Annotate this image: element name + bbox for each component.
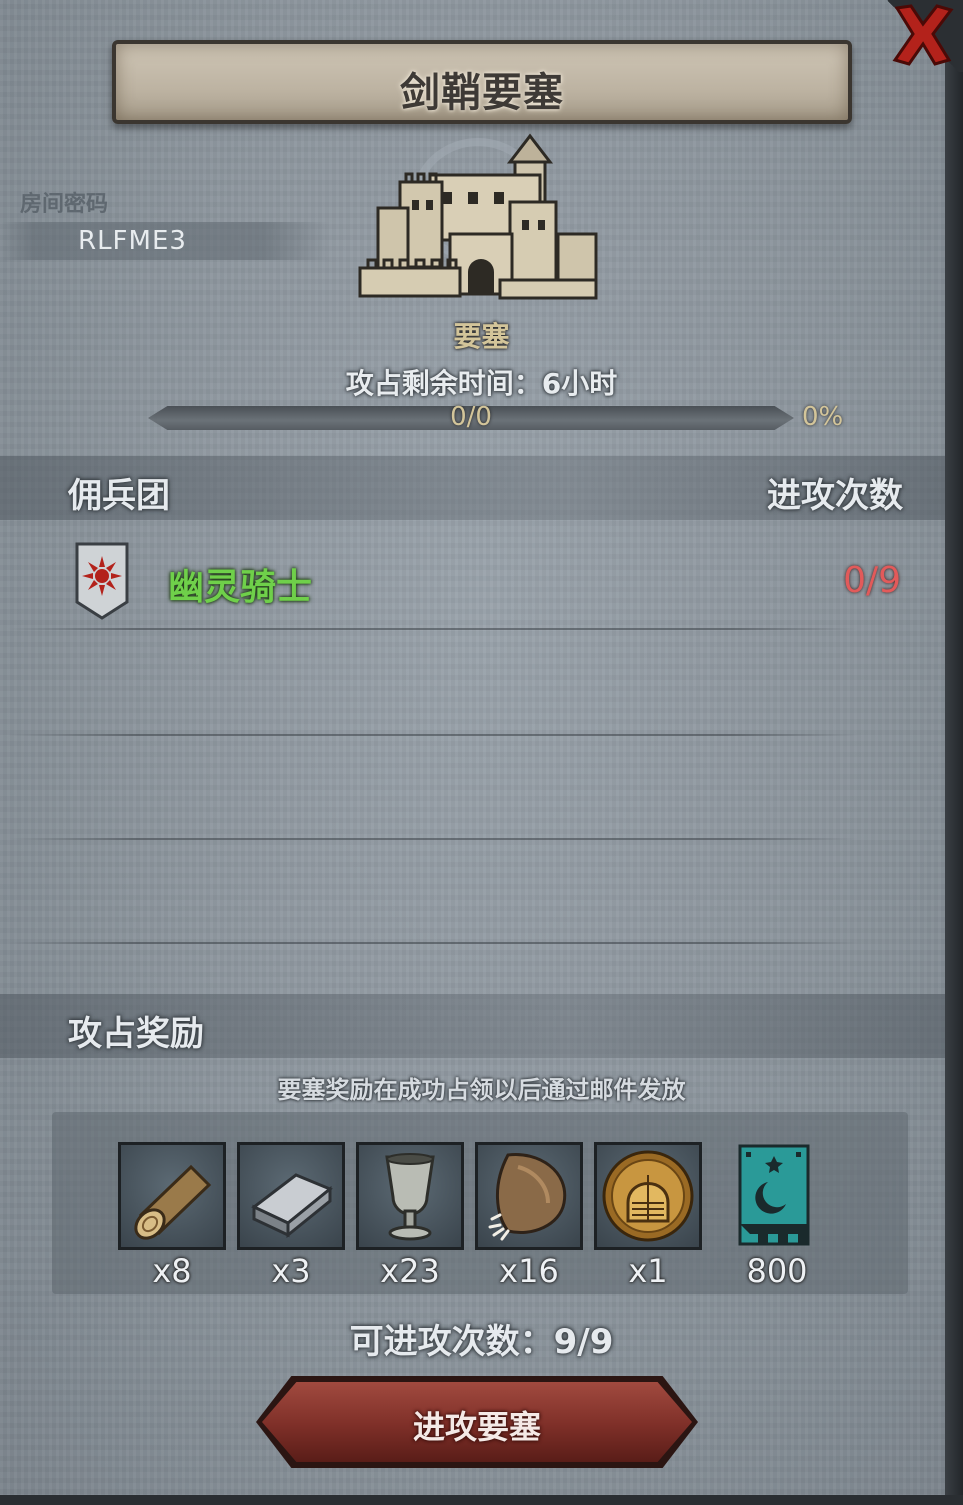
- reward-quantity: x1: [628, 1252, 668, 1290]
- attack-fortress-button[interactable]: [262, 1382, 692, 1462]
- row-divider: [8, 628, 858, 630]
- row-divider: [8, 734, 858, 736]
- available-attempts: 可进攻次数：9/9: [0, 1314, 963, 1363]
- title-banner: 剑鞘要塞: [112, 40, 852, 124]
- knight-helmet-coin-icon: [594, 1142, 702, 1250]
- goblet-icon: [356, 1142, 464, 1250]
- reward-quantity: x3: [271, 1252, 311, 1290]
- page-title: 剑鞘要塞: [400, 70, 564, 116]
- mercenary-name: 幽灵骑士: [168, 567, 313, 608]
- fortress-type-label: 要塞: [453, 320, 510, 353]
- available-attempts-label: 可进攻次数：: [349, 1322, 554, 1362]
- reward-quantity: x23: [380, 1252, 440, 1290]
- reward-item[interactable]: x23: [356, 1142, 464, 1292]
- row-divider: [8, 942, 858, 944]
- capture-progress-percent: 0%: [802, 402, 844, 432]
- red-sun-shield-icon: [75, 542, 129, 620]
- log-icon: [118, 1142, 226, 1250]
- available-attempts-value: 9/9: [553, 1322, 614, 1362]
- rewards-note: 要塞奖励在成功占领以后通过邮件发放: [277, 1076, 686, 1104]
- attacks-column-header: 进攻次数: [767, 476, 903, 516]
- capture-progress-count: 0/0: [450, 402, 492, 432]
- reward-item[interactable]: x1: [594, 1142, 702, 1292]
- iron-ingot-icon: [237, 1142, 345, 1250]
- time-remaining: 攻占剩余时间：6小时: [0, 362, 963, 402]
- close-button[interactable]: [883, 0, 963, 72]
- reward-item[interactable]: x3: [237, 1142, 345, 1292]
- reward-item[interactable]: 800: [732, 1142, 822, 1292]
- reward-quantity: 800: [746, 1252, 808, 1290]
- panel-right-edge: [945, 0, 963, 1505]
- fur-pelt-icon: [475, 1142, 583, 1250]
- castle-icon: [350, 130, 606, 310]
- reward-quantity: x16: [499, 1252, 559, 1290]
- room-code-label: 房间密码: [20, 192, 109, 217]
- mercenary-attack-count: 0/9: [843, 560, 901, 601]
- rewards-section-title: 攻占奖励: [68, 1014, 204, 1054]
- reward-item[interactable]: x8: [118, 1142, 226, 1292]
- time-remaining-label: 攻占剩余时间：: [345, 367, 542, 400]
- fortress-panel: 剑鞘要塞 房间密码 RLFME3 要塞 攻占剩余时间：6小时 0/0 0% 佣兵…: [0, 0, 963, 1505]
- reward-quantity: x8: [152, 1252, 192, 1290]
- time-remaining-value: 6小时: [541, 367, 618, 400]
- room-code-value[interactable]: RLFME3: [78, 226, 187, 256]
- guild-banner-icon: [738, 1144, 810, 1246]
- panel-bottom-edge: [0, 1495, 963, 1505]
- row-divider: [8, 838, 858, 840]
- reward-item[interactable]: x16: [475, 1142, 583, 1292]
- close-icon: [892, 4, 954, 66]
- mercenary-section-title: 佣兵团: [68, 476, 170, 516]
